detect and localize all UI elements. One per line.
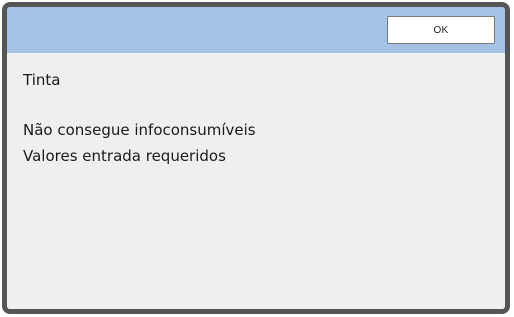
dialog-header-bar: OK [7, 7, 505, 53]
ok-button[interactable]: OK [387, 16, 495, 44]
message-line-2: Valores entrada requeridos [23, 147, 226, 165]
dialog-body: Tinta Não consegue infoconsumíveis Valor… [7, 53, 505, 309]
dialog-title: Tinta [23, 71, 61, 89]
message-line-1: Não consegue infoconsumíveis [23, 121, 256, 139]
dialog-window: OK Tinta Não consegue infoconsumíveis Va… [2, 2, 510, 314]
